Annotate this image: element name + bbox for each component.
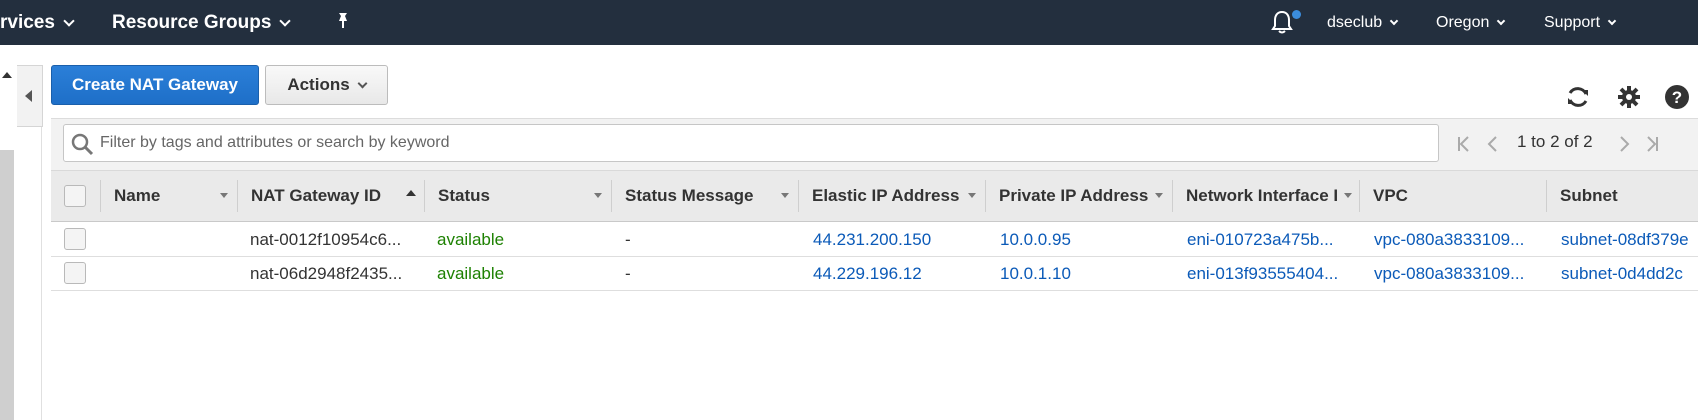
svg-text:?: ?	[1672, 88, 1682, 107]
column-divider	[100, 180, 101, 212]
actions-dropdown-button[interactable]: Actions	[265, 65, 388, 105]
row-checkbox[interactable]	[64, 262, 86, 284]
sort-ascending-icon[interactable]	[406, 190, 416, 196]
chevron-down-icon	[1607, 16, 1617, 25]
actions-label: Actions	[287, 75, 350, 94]
column-header-status[interactable]: Status	[438, 170, 490, 222]
search-field[interactable]	[63, 124, 1439, 162]
column-divider	[424, 180, 425, 212]
row-checkbox[interactable]	[64, 228, 86, 250]
column-header-status-message[interactable]: Status Message	[625, 170, 754, 222]
account-label: dseclub	[1327, 13, 1383, 31]
support-label: Support	[1544, 13, 1601, 31]
next-page-icon[interactable]	[1615, 135, 1633, 153]
network-interface-link[interactable]: eni-010723a475b...	[1187, 223, 1355, 257]
status-cell: available	[437, 264, 505, 283]
column-header-network-interface[interactable]: Network Interface I	[1186, 170, 1338, 222]
chevron-down-icon	[279, 14, 292, 27]
vpc-link[interactable]: vpc-080a3833109...	[1374, 223, 1542, 257]
column-header-label: Private IP Address	[999, 186, 1149, 205]
column-header-label: Status Message	[625, 186, 754, 205]
sort-caret-icon[interactable]	[1344, 193, 1352, 198]
column-divider	[1546, 180, 1547, 212]
top-navigation-bar: rvices Resource Groups dseclub Oregon Su…	[0, 0, 1698, 45]
subnet-link[interactable]: subnet-08df379e	[1561, 223, 1698, 257]
support-menu[interactable]: Support	[1544, 0, 1617, 45]
column-divider	[798, 180, 799, 212]
select-all-checkbox[interactable]	[64, 185, 86, 207]
name-cell	[114, 223, 234, 257]
private-ip-link[interactable]: 10.0.0.95	[1000, 223, 1168, 257]
column-header-elastic-ip[interactable]: Elastic IP Address	[812, 170, 959, 222]
chevron-down-icon	[1389, 16, 1399, 25]
sort-caret-icon[interactable]	[781, 193, 789, 198]
services-menu[interactable]: rvices	[0, 0, 75, 45]
nat-gateway-id-cell: nat-06d2948f2435...	[250, 264, 403, 283]
column-header-label: NAT Gateway ID	[251, 186, 382, 205]
name-cell	[114, 257, 234, 291]
services-label: rvices	[0, 11, 55, 33]
region-menu[interactable]: Oregon	[1436, 0, 1506, 45]
column-header-label: Status	[438, 186, 490, 205]
private-ip-link[interactable]: 10.0.1.10	[1000, 257, 1168, 291]
region-label: Oregon	[1436, 13, 1490, 31]
elastic-ip-link[interactable]: 44.231.200.150	[813, 223, 981, 257]
elastic-ip-link[interactable]: 44.229.196.12	[813, 257, 981, 291]
column-header-label: VPC	[1373, 186, 1408, 205]
settings-icon[interactable]	[1616, 84, 1642, 110]
status-message-cell: -	[625, 264, 631, 283]
help-icon[interactable]: ?	[1664, 84, 1690, 110]
last-page-icon[interactable]	[1643, 135, 1661, 153]
bell-icon[interactable]	[1270, 9, 1294, 35]
sidebar-toggle-button[interactable]	[17, 65, 43, 127]
column-header-name[interactable]: Name	[114, 170, 160, 222]
nat-gateway-id-cell: nat-0012f10954c6...	[250, 230, 402, 249]
subnet-link[interactable]: subnet-0d4dd2c	[1561, 257, 1698, 291]
column-divider	[1172, 180, 1173, 212]
first-page-icon[interactable]	[1455, 135, 1473, 153]
column-divider	[985, 180, 986, 212]
sort-caret-icon[interactable]	[220, 193, 228, 198]
sort-caret-icon[interactable]	[1155, 193, 1163, 198]
column-header-label: Elastic IP Address	[812, 186, 960, 205]
column-divider	[1359, 180, 1360, 212]
column-header-vpc[interactable]: VPC	[1373, 170, 1408, 222]
column-header-nat-gateway-id[interactable]: NAT Gateway ID	[251, 170, 381, 222]
column-header-subnet[interactable]: Subnet	[1560, 170, 1618, 222]
pin-icon[interactable]	[333, 11, 353, 31]
account-menu[interactable]: dseclub	[1327, 0, 1399, 45]
notification-dot	[1292, 10, 1301, 19]
search-icon	[71, 133, 94, 156]
column-divider	[237, 180, 238, 212]
create-nat-gateway-label: Create NAT Gateway	[72, 75, 238, 94]
search-input[interactable]	[100, 125, 1430, 161]
chevron-down-icon	[1497, 16, 1506, 25]
sort-caret-icon[interactable]	[594, 193, 602, 198]
chevron-left-icon	[25, 90, 32, 102]
resource-groups-label: Resource Groups	[112, 11, 272, 33]
column-divider	[611, 180, 612, 212]
pagination-text: 1 to 2 of 2	[1517, 132, 1593, 151]
column-header-private-ip[interactable]: Private IP Address	[999, 170, 1148, 222]
refresh-icon[interactable]	[1565, 84, 1591, 110]
create-nat-gateway-button[interactable]: Create NAT Gateway	[51, 65, 259, 105]
column-header-label: Name	[114, 186, 161, 205]
divider	[41, 127, 42, 420]
previous-page-icon[interactable]	[1484, 135, 1502, 153]
chevron-down-icon	[357, 78, 368, 88]
sidebar-scrollbar[interactable]	[0, 150, 14, 420]
sort-caret-icon[interactable]	[968, 193, 976, 198]
scroll-up-arrow-icon[interactable]	[2, 72, 12, 78]
network-interface-link[interactable]: eni-013f93555404...	[1187, 257, 1355, 291]
status-message-cell: -	[625, 230, 631, 249]
chevron-down-icon	[63, 14, 75, 27]
status-cell: available	[437, 230, 505, 249]
column-header-label: Subnet	[1560, 186, 1618, 205]
resource-groups-menu[interactable]: Resource Groups	[112, 0, 292, 45]
column-header-label: Network Interface I	[1186, 186, 1339, 205]
vpc-link[interactable]: vpc-080a3833109...	[1374, 257, 1542, 291]
